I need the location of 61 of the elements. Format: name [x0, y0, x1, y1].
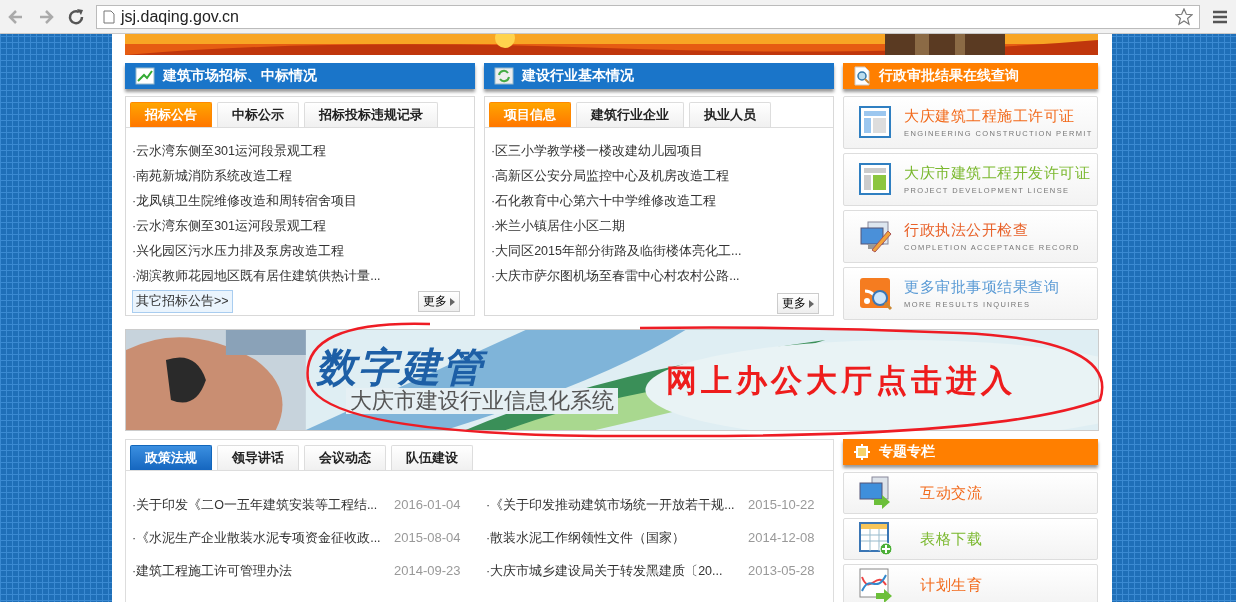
page-icon [103, 9, 115, 24]
news-link[interactable]: ·大庆市城乡建设局关于转发黑建质〔20... [486, 563, 744, 580]
caret-icon [450, 297, 455, 306]
news-link[interactable]: ·湖滨教师花园地区既有居住建筑供热计量... [132, 268, 468, 285]
tab[interactable]: 中标公示 [217, 102, 299, 127]
news-link[interactable]: ·米兰小镇居住小区二期 [491, 218, 827, 235]
chart-icon [135, 67, 155, 85]
more-button[interactable]: 更多 [418, 291, 460, 312]
news-link[interactable]: ·兴化园区污水压力排及泵房改造工程 [132, 243, 468, 260]
news-link[interactable]: ·区三小学教学楼一楼改建幼儿园项目 [491, 143, 827, 160]
tab[interactable]: 招标投标违规记录 [304, 102, 438, 127]
link-title: 行政执法公开检查 [904, 221, 1029, 240]
section-title: 建设行业基本情况 [522, 67, 634, 85]
news-link[interactable]: ·南苑新城消防系统改造工程 [132, 168, 468, 185]
section-title: 建筑市场招标、中标情况 [163, 67, 317, 85]
link-title: 大庆市建筑工程开发许可证 [904, 164, 1090, 183]
chart-arrow-icon [858, 567, 894, 602]
date: 2014-12-08 [748, 530, 816, 547]
table-add-icon [858, 521, 894, 557]
link-title: 更多审批事项结果查询 [904, 278, 1059, 297]
section-title: 行政审批结果在线查询 [879, 67, 1019, 85]
news-link[interactable]: ·云水湾东侧至301运河段景观工程 [132, 143, 468, 160]
layout-icon [858, 161, 894, 198]
news-link[interactable]: ·散装水泥工作纲领性文件（国家） [486, 530, 744, 547]
tab[interactable]: 政策法规 [130, 445, 212, 470]
news-link[interactable]: ·大同区2015年部分街路及临街楼体亮化工... [491, 243, 827, 260]
refresh-icon [494, 67, 514, 85]
computer-pencil-icon [858, 218, 894, 255]
tab[interactable]: 建筑行业企业 [576, 102, 684, 127]
section-title: 专题专栏 [879, 443, 935, 461]
tab[interactable]: 执业人员 [689, 102, 771, 127]
date: 2016-01-04 [394, 497, 462, 514]
news-link[interactable]: ·高新区公安分局监控中心及机房改造工程 [491, 168, 827, 185]
layout-icon [858, 104, 894, 141]
date: 2015-10-22 [748, 497, 816, 514]
tab[interactable]: 会议动态 [304, 445, 386, 470]
rss-search-icon [858, 275, 894, 312]
news-link[interactable]: ·云水湾东侧至301运河段景观工程 [132, 218, 468, 235]
caret-icon [809, 299, 814, 308]
news-link[interactable]: ·石化教育中心第六十中学维修改造工程 [491, 193, 827, 210]
more-button[interactable]: 更多 [777, 293, 819, 314]
date: 2013-05-28 [748, 563, 816, 580]
news-link[interactable]: ·《水泥生产企业散装水泥专项资金征收政... [132, 530, 390, 547]
link-title: 互动交流 [920, 483, 982, 503]
news-link[interactable]: ·大庆市萨尔图机场至春雷中心村农村公路... [491, 268, 827, 285]
search-icon [853, 66, 871, 86]
tab[interactable]: 队伍建设 [391, 445, 473, 470]
link-title: 计划生育 [920, 575, 982, 595]
date: 2015-08-04 [394, 530, 462, 547]
tab[interactable]: 领导讲话 [217, 445, 299, 470]
news-link[interactable]: ·龙凤镇卫生院维修改造和周转宿舍项目 [132, 193, 468, 210]
news-link[interactable]: ·建筑工程施工许可管理办法 [132, 563, 390, 580]
reload-icon[interactable] [66, 6, 86, 27]
star-icon[interactable] [1175, 7, 1193, 26]
link-title: 表格下载 [920, 529, 982, 549]
link-title: 大庆建筑工程施工许可证 [904, 107, 1076, 126]
news-link[interactable]: ·关于印发《二O一五年建筑安装等工程结... [132, 497, 390, 514]
date: 2014-09-23 [394, 563, 462, 580]
news-link[interactable]: ·《关于印发推动建筑市场统一开放若干规... [486, 497, 744, 514]
other-notices-link[interactable]: 其它招标公告>> [132, 290, 233, 313]
address-field[interactable]: jsj.daqing.gov.cn [96, 4, 1200, 29]
